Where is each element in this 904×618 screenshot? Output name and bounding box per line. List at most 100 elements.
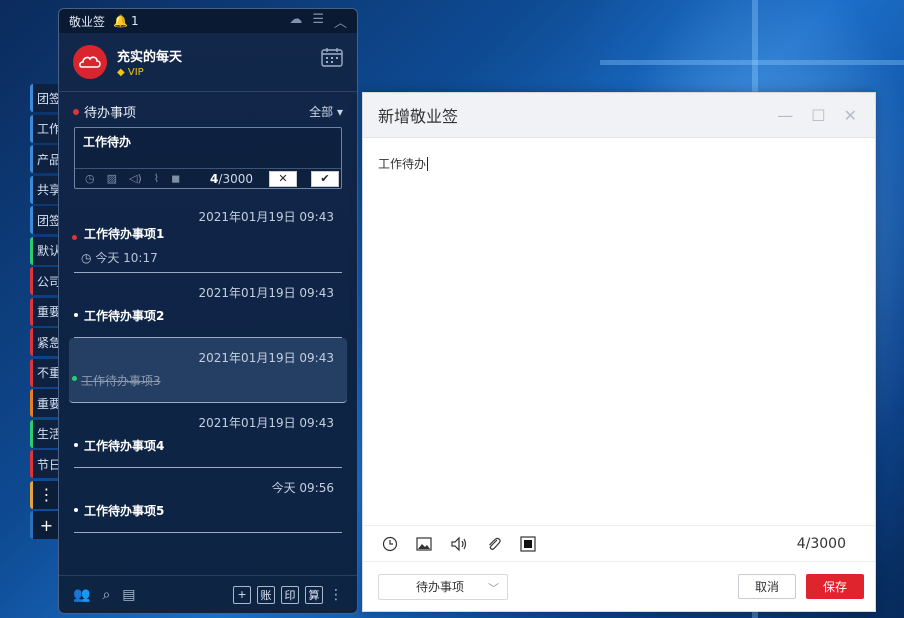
- avatar[interactable]: [73, 45, 107, 79]
- notification-count[interactable]: 1: [131, 14, 139, 28]
- item-title: 工作待办事项3: [81, 374, 161, 388]
- tag-item[interactable]: 默认: [30, 236, 60, 265]
- search-icon[interactable]: ⌕: [102, 587, 110, 603]
- item-time: 2021年01月19日 09:43: [198, 286, 334, 300]
- collapse-icon[interactable]: ︿: [334, 12, 347, 31]
- tag-item[interactable]: 生活: [30, 419, 60, 448]
- tag-item[interactable]: 产品: [30, 145, 60, 173]
- bullet-dot: [74, 313, 78, 317]
- tag-item[interactable]: 重要: [30, 389, 60, 417]
- quick-editor-text[interactable]: 工作待办: [75, 128, 341, 155]
- list-item[interactable]: 2021年01月19日 09:43 工作待办事项4: [74, 403, 342, 468]
- item-time: 2021年01月19日 09:43: [198, 416, 334, 430]
- char-count: 4/3000: [210, 171, 253, 186]
- list-item[interactable]: 2021年01月19日 09:43 工作待办事项2: [74, 273, 342, 338]
- chevron-down-icon: ﹀: [488, 581, 499, 595]
- add-note-icon[interactable]: +: [233, 585, 251, 604]
- tag-item[interactable]: 公司: [30, 267, 60, 295]
- app-name: 敬业签: [69, 14, 106, 29]
- minimize-icon[interactable]: —: [777, 106, 793, 125]
- tag-item[interactable]: 节日: [30, 450, 60, 478]
- cancel-icon[interactable]: ✕: [269, 170, 297, 187]
- clock-icon[interactable]: [382, 536, 398, 552]
- attachment-icon[interactable]: ⌇: [154, 172, 159, 185]
- ledger-button[interactable]: 账: [257, 585, 275, 604]
- item-title: 工作待办事项1: [84, 227, 165, 241]
- more-icon[interactable]: ⋮: [329, 587, 343, 603]
- item-title: 工作待办事项2: [84, 309, 165, 323]
- panel-titlebar: 敬业签 🔔 1 ☁ ☰ ︿: [59, 9, 357, 33]
- confirm-icon[interactable]: ✔: [311, 170, 339, 187]
- filter-label: 全部: [309, 105, 334, 119]
- diamond-icon: ◆: [117, 67, 125, 78]
- print-button[interactable]: 印: [281, 585, 299, 604]
- dialog-editor[interactable]: 工作待办: [363, 138, 875, 525]
- list-item-completed[interactable]: 2021年01月19日 09:43 工作待办事项3: [69, 338, 347, 403]
- bell-icon[interactable]: 🔔: [113, 14, 128, 28]
- category-select[interactable]: 待办事项 ﹀: [378, 573, 508, 600]
- tag-item[interactable]: 重要: [30, 297, 60, 326]
- close-icon[interactable]: ✕: [844, 106, 857, 125]
- vip-badge: ◆ VIP: [117, 67, 182, 78]
- sticky-panel: 敬业签 🔔 1 ☁ ☰ ︿ 充实的每天 ◆ VIP 待办事项 全部 ▾ 工作待办…: [58, 8, 358, 614]
- user-name: 充实的每天: [117, 50, 183, 65]
- list-color-dot: [73, 108, 79, 115]
- bullet-dot: [74, 443, 78, 447]
- done-dot: [72, 376, 77, 381]
- reminder-time: 今天 10:17: [95, 251, 158, 265]
- item-time: 今天 09:56: [271, 481, 334, 495]
- contacts-icon[interactable]: 👥: [73, 587, 90, 603]
- quick-editor-toolbar: ◷ ▨ ◁) ⌇ ◼ 4/3000 ✕ ✔: [75, 168, 341, 188]
- calculator-button[interactable]: 算: [305, 585, 323, 604]
- item-time: 2021年01月19日 09:43: [198, 351, 334, 365]
- filter-dropdown[interactable]: 全部 ▾: [309, 103, 343, 120]
- tag-item[interactable]: 紧急: [30, 328, 60, 356]
- tag-item[interactable]: 团签: [30, 206, 60, 234]
- item-title: 工作待办事项5: [84, 504, 165, 518]
- attachment-icon[interactable]: [486, 536, 502, 552]
- stop-icon[interactable]: ◼: [171, 172, 180, 185]
- note-content[interactable]: 工作待办: [378, 157, 426, 171]
- maximize-icon[interactable]: ☐: [811, 106, 825, 125]
- item-time: 2021年01月19日 09:43: [198, 210, 334, 224]
- tag-item[interactable]: 共享: [30, 175, 60, 204]
- list-title: 待办事项: [84, 106, 137, 121]
- tag-item[interactable]: 不重: [30, 358, 60, 387]
- list-item[interactable]: 今天 09:56 工作待办事项5: [74, 468, 342, 533]
- wallpaper-beam: [600, 60, 904, 65]
- clock-icon: ◷: [81, 251, 92, 265]
- dialog-footer: 待办事项 ﹀ 取消 保存: [363, 561, 875, 611]
- add-tag-icon[interactable]: +: [30, 511, 60, 539]
- list-header: 待办事项 全部 ▾: [59, 92, 357, 127]
- tag-item[interactable]: 工作: [30, 114, 60, 143]
- save-button[interactable]: 保存: [806, 574, 864, 599]
- cancel-button[interactable]: 取消: [738, 574, 796, 599]
- category-value: 待办事项: [416, 580, 465, 594]
- quick-editor[interactable]: 工作待办 ◷ ▨ ◁) ⌇ ◼ 4/3000 ✕ ✔: [74, 127, 342, 189]
- more-icon[interactable]: ⋮: [30, 480, 60, 509]
- dialog-toolbar: 4/3000: [363, 525, 875, 561]
- audio-icon[interactable]: ◁): [129, 172, 142, 185]
- audio-icon[interactable]: [450, 536, 468, 552]
- reminder: ◷ 今天 10:17: [81, 249, 158, 266]
- cloud-sync-icon[interactable]: ☁: [289, 12, 302, 31]
- char-count: 4/3000: [796, 535, 846, 552]
- dialog-title: 新增敬业签: [378, 107, 459, 126]
- bullet-dot: [72, 235, 77, 240]
- note-list: 2021年01月19日 09:43 工作待办事项1 ◷ 今天 10:17 202…: [59, 197, 357, 533]
- notes-icon[interactable]: ▤: [122, 587, 135, 603]
- new-note-dialog: 新增敬业签 — ☐ ✕ 工作待办 4/3000 待办事项 ﹀ 取消 保存: [362, 92, 876, 612]
- stop-icon[interactable]: [520, 535, 536, 552]
- bullet-dot: [74, 508, 78, 512]
- tag-rail: 团签 工作 产品 共享 团签 默认 公司 重要 紧急 不重 重要 生活 节日 ⋮…: [30, 84, 60, 542]
- dialog-titlebar: 新增敬业签 — ☐ ✕: [363, 93, 875, 138]
- clock-icon[interactable]: ◷: [85, 172, 95, 185]
- image-icon[interactable]: ▨: [107, 172, 117, 185]
- list-item[interactable]: 2021年01月19日 09:43 工作待办事项1 ◷ 今天 10:17: [72, 197, 342, 273]
- tag-item[interactable]: 团签: [30, 84, 60, 112]
- vip-label: VIP: [127, 67, 144, 78]
- menu-icon[interactable]: ☰: [312, 12, 324, 31]
- text-caret: [427, 156, 429, 171]
- calendar-icon[interactable]: [321, 47, 343, 67]
- image-icon[interactable]: [416, 536, 432, 552]
